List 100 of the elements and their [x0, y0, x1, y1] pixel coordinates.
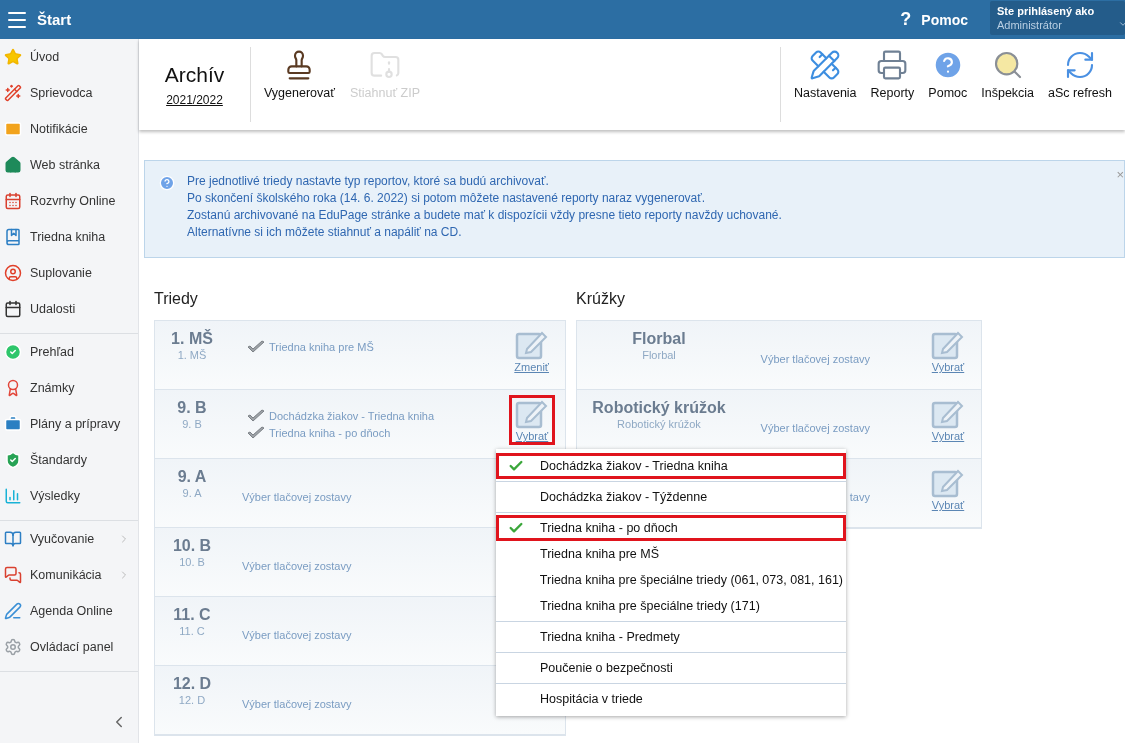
club-name: Florbal	[632, 330, 686, 348]
info-icon	[159, 175, 175, 191]
dropdown-item[interactable]: Triedna kniha - po dňoch	[496, 515, 846, 541]
zip-folder-icon	[369, 49, 401, 81]
sidebar-item[interactable]: Udalosti	[0, 291, 138, 327]
dropdown-item[interactable]: Dochádzka žiakov - Triedna kniha	[496, 453, 846, 479]
no-report-text: Výber tlačovej zostavy	[759, 421, 870, 434]
bar-chart-icon	[4, 487, 22, 505]
dropdown-item[interactable]: Triedna kniha pre MŠ	[496, 541, 846, 567]
open-book-icon	[4, 530, 22, 548]
user-name: Administrátor	[997, 19, 1063, 31]
no-report-text: Výber tlačovej zostavy	[759, 352, 870, 365]
check-icon	[247, 426, 265, 439]
chat-icon	[4, 566, 22, 584]
dropdown-item[interactable]: Triedna kniha pre špeciálne triedy (171)	[496, 593, 846, 619]
user-menu[interactable]: Ste prihlásený ako Administrátor	[990, 1, 1125, 35]
dropdown-item[interactable]: Dochádzka žiakov - Týždenne	[496, 484, 846, 510]
sidebar-item[interactable]: Výsledky	[0, 478, 138, 514]
person-icon	[4, 264, 22, 282]
sidebar-item[interactable]: Známky	[0, 370, 138, 406]
sidebar-item[interactable]: Ovládací panel	[0, 629, 138, 665]
year-link[interactable]: 2021/2022	[166, 92, 223, 107]
edit-icon	[931, 398, 965, 430]
class-subtitle: 11. C	[179, 625, 205, 637]
info-text: Pre jednotlivé triedy nastavte typ reportov, ktoré sa budú archivovať. Po skončení školského roka (14. 6. 2022) si potom môžete nastavené reporty naraz vygenerovať. Zostanú archivované na EduPage stránke a budete mať k dispozícii vždy presne tieto reporty navždy uchované. Alternatívne si ich môžete stiahnuť a napáliť na CD.	[187, 173, 782, 241]
edit-button[interactable]: Vybrať	[925, 464, 971, 514]
toolbar-button[interactable]: aSc refresh	[1041, 47, 1119, 122]
pencil-ruler-icon	[809, 49, 842, 81]
check-icon	[247, 340, 265, 353]
page-title: Archív	[164, 62, 225, 87]
edit-icon	[514, 329, 549, 361]
edit-icon	[931, 467, 965, 499]
class-subtitle: 9. B	[182, 418, 202, 430]
toolbar-button[interactable]: Reporty	[863, 47, 922, 122]
edit-icon	[515, 398, 549, 430]
edit-button[interactable]: Zmeniť	[508, 326, 555, 376]
star-icon	[4, 48, 22, 66]
class-name: 11. C	[173, 606, 211, 624]
sidebar-item[interactable]: Štandardy	[0, 442, 138, 478]
magic-wand-icon	[4, 84, 22, 102]
dropdown-item[interactable]: Hospitácia v triede	[496, 686, 846, 712]
toolbar-button[interactable]: Pomoc	[921, 47, 975, 122]
help-icon[interactable]: ?	[900, 9, 912, 30]
no-report-text: Výber tlačovej zostavy	[241, 559, 352, 572]
app-title[interactable]: Štart	[37, 11, 72, 28]
report-name: Triedna kniha - po dňoch	[269, 426, 391, 439]
section-heading: Krúžky	[576, 290, 626, 308]
dropdown-item[interactable]: Triedna kniha pre špeciálne triedy (061, 073, 081, 161)	[496, 567, 846, 593]
class-subtitle: 9. A	[182, 487, 202, 499]
toolbar-button[interactable]: Vygenerovať	[257, 47, 341, 122]
shield-icon	[4, 451, 22, 469]
sidebar-item[interactable]: Triedna kniha	[0, 219, 138, 255]
pen-icon	[4, 602, 22, 620]
no-report-text: tavy	[848, 490, 870, 503]
no-report-text: Výber tlačovej zostavy	[241, 490, 352, 503]
check-circle-icon	[4, 343, 22, 361]
sidebar-item[interactable]: Komunikácia	[0, 557, 138, 593]
sidebar-item[interactable]: Plány a prípravy	[0, 406, 138, 442]
sidebar-item[interactable]: Vyučovanie	[0, 521, 138, 557]
sidebar-item[interactable]: Úvod	[0, 39, 138, 75]
user-caption: Ste prihlásený ako	[997, 5, 1096, 17]
toolbar-button[interactable]: Inšpekcia	[974, 47, 1042, 122]
gear-icon	[4, 638, 22, 656]
no-report-text: Výber tlačovej zostavy	[241, 697, 352, 710]
sidebar-item[interactable]: Agenda Online	[0, 593, 138, 629]
sidebar-item[interactable]: Rozvrhy Online	[0, 183, 138, 219]
edit-button[interactable]: Vybrať	[925, 395, 971, 445]
edit-button[interactable]: Vybrať	[925, 326, 971, 376]
sidebar-item[interactable]: Prehľad	[0, 334, 138, 370]
class-name: 10. B	[172, 537, 212, 555]
report-name: Triedna kniha pre MŠ	[269, 340, 374, 353]
dropdown-item[interactable]: Triedna kniha - Predmety	[496, 624, 846, 650]
sidebar-item[interactable]: Suplovanie	[0, 255, 138, 291]
help-link[interactable]: Pomoc	[921, 11, 968, 28]
toolbar-button[interactable]: Nastavenia	[787, 47, 864, 122]
class-subtitle: 1. MŠ	[177, 349, 207, 361]
club-subtitle: Robotický krúžok	[617, 418, 701, 430]
book-icon	[4, 228, 22, 246]
club-name: Robotický krúžok	[592, 399, 726, 417]
sidebar-item[interactable]: Sprievodca	[0, 75, 138, 111]
dropdown-item[interactable]: Poučenie o bezpečnosti	[496, 655, 846, 681]
class-subtitle: 12. D	[178, 694, 206, 706]
edit-icon	[931, 329, 965, 361]
timetable-icon	[4, 192, 22, 210]
class-name: 9. A	[177, 468, 207, 486]
class-name: 12. D	[172, 675, 212, 693]
check-icon	[247, 409, 265, 422]
class-name: 9. B	[177, 399, 207, 417]
edit-button[interactable]: Vybrať	[509, 395, 555, 445]
calendar-icon	[4, 300, 22, 318]
sidebar-item[interactable]: Web stránka	[0, 147, 138, 183]
club-subtitle: Florbal	[642, 349, 676, 361]
class-name: 1. MŠ	[171, 330, 213, 348]
report-name: Dochádzka žiakov - Triedna kniha	[269, 409, 435, 422]
sidebar-item[interactable]: Notifikácie	[0, 111, 138, 147]
section-heading: Triedy	[154, 290, 199, 308]
house-icon	[4, 156, 22, 174]
no-report-text: Výber tlačovej zostavy	[241, 628, 352, 641]
caret-icon	[1118, 19, 1125, 29]
class-subtitle: 10. B	[179, 556, 205, 568]
